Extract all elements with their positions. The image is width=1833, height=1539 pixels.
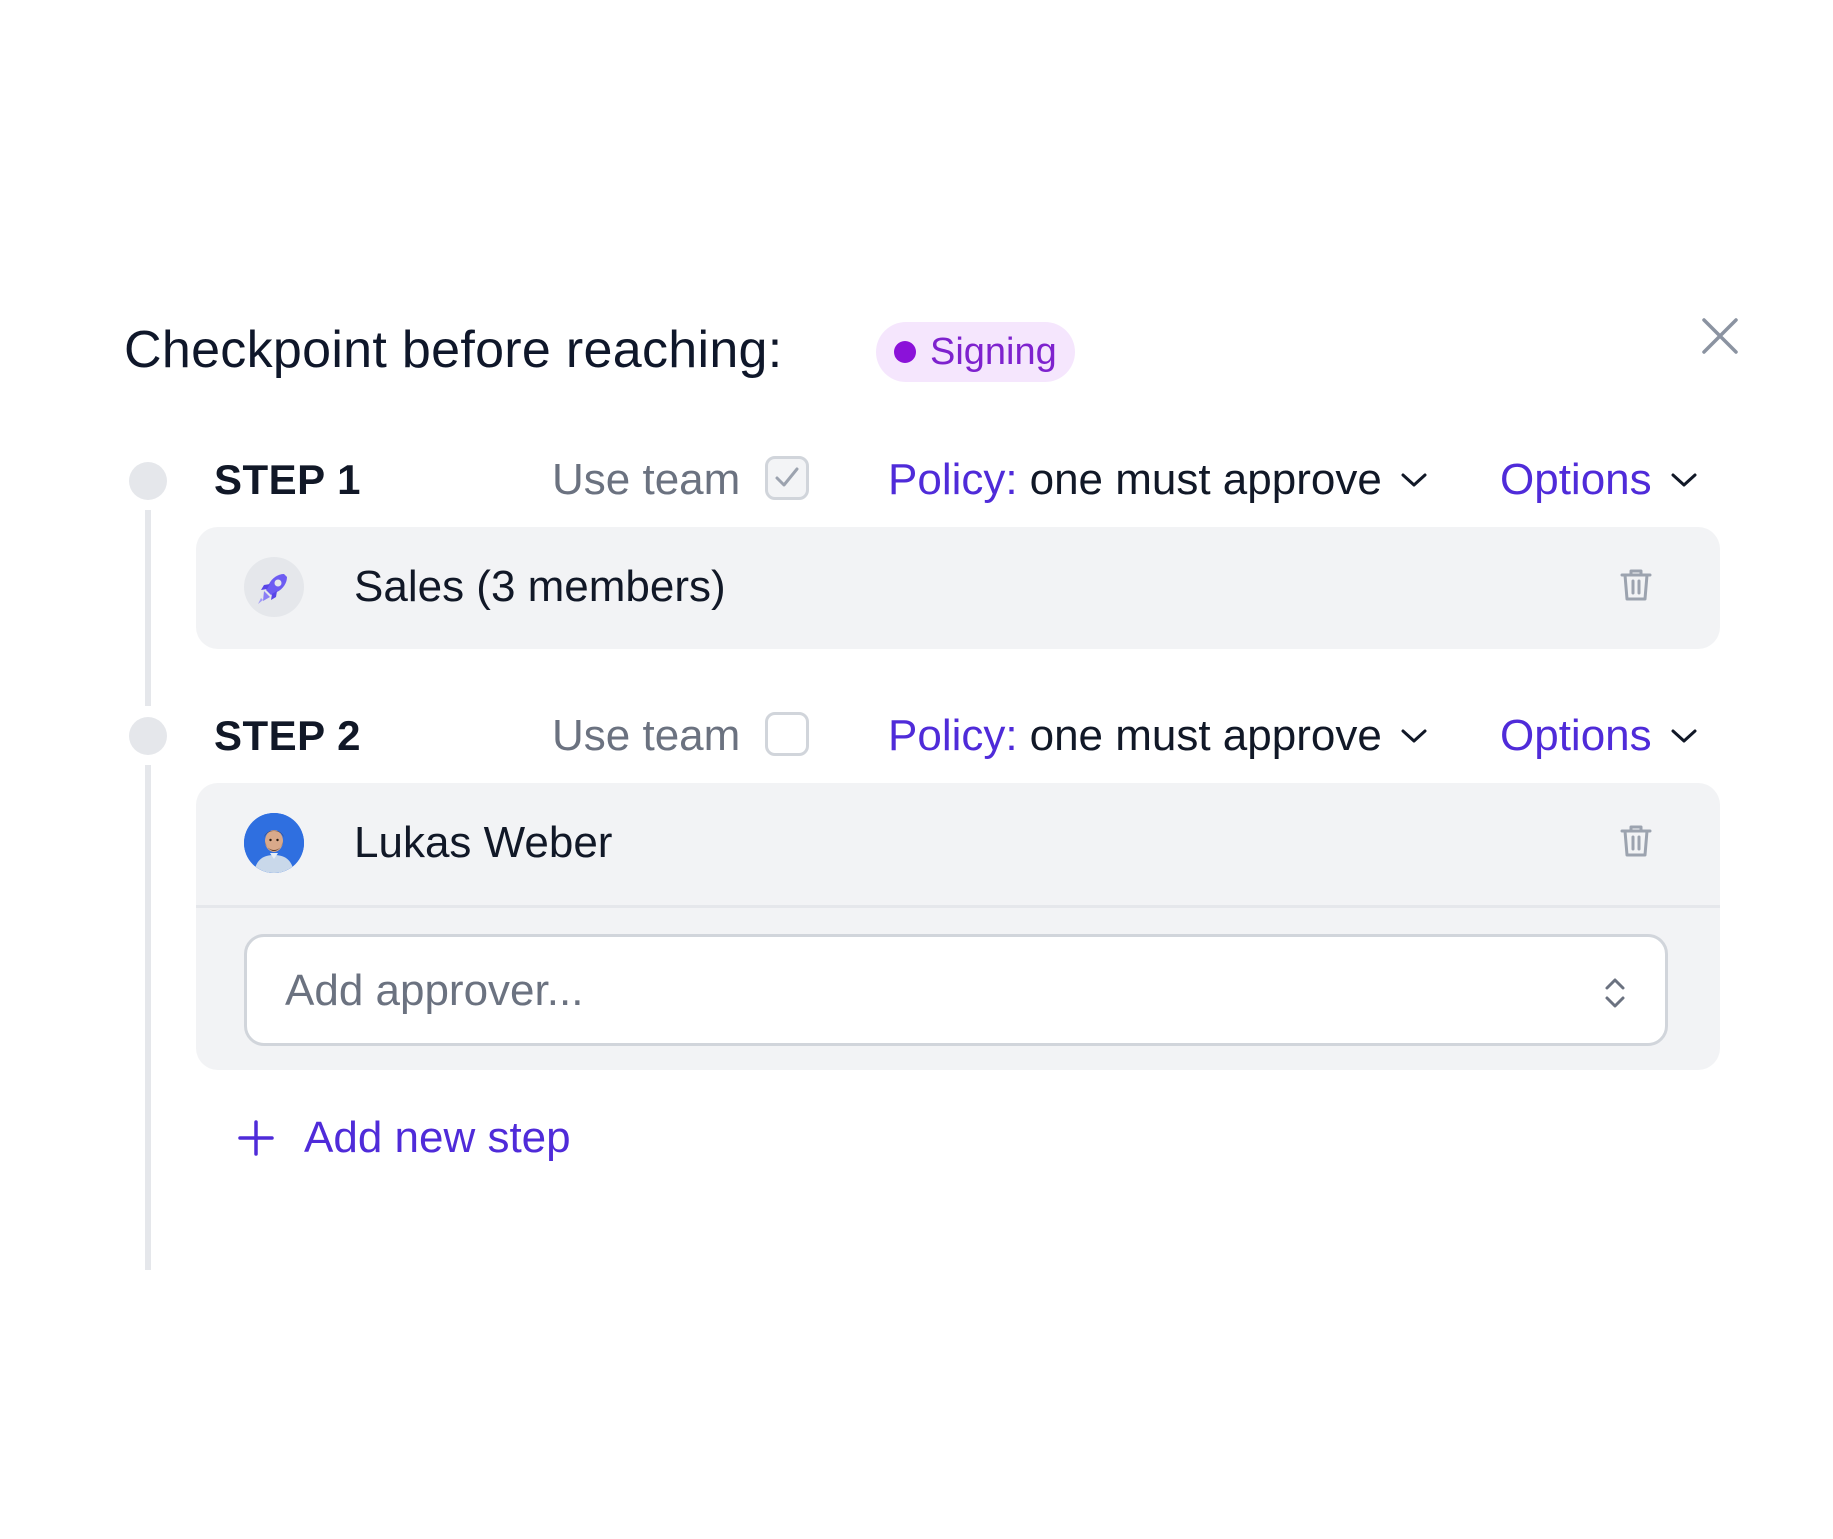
- step-2-use-team-checkbox[interactable]: [765, 712, 809, 756]
- chevron-down-icon: [1671, 473, 1697, 487]
- step-2-policy-value: one must approve: [1029, 711, 1382, 760]
- step-1-policy-label: Policy:: [888, 455, 1018, 504]
- add-new-step-button[interactable]: Add new step: [236, 1110, 571, 1166]
- close-button[interactable]: [1696, 312, 1744, 360]
- trash-icon: [1620, 825, 1652, 857]
- timeline-line-step-1: [145, 510, 151, 706]
- step-2-policy-dropdown[interactable]: Policy: one must approve: [888, 712, 1428, 760]
- stage-badge-label: Signing: [930, 331, 1057, 373]
- step-2-use-team-label: Use team: [552, 711, 741, 760]
- chevron-down-icon: [1671, 729, 1697, 743]
- trash-icon: [1620, 569, 1652, 601]
- card-divider: [196, 905, 1720, 908]
- check-icon: [775, 467, 799, 487]
- timeline-dot-step-2: [129, 717, 167, 755]
- close-icon: [1702, 318, 1738, 354]
- panel-title: Checkpoint before reaching:: [124, 321, 783, 379]
- stage-badge: Signing: [876, 322, 1075, 382]
- remove-approver-button[interactable]: [1616, 565, 1656, 605]
- chevron-down-icon: [1401, 729, 1427, 743]
- step-1-options-label: Options: [1500, 455, 1652, 504]
- rocket-icon: [258, 574, 287, 604]
- approver-name: Sales (3 members): [354, 562, 726, 611]
- plus-icon: [238, 1120, 274, 1156]
- approver-name: Lukas Weber: [354, 818, 613, 867]
- step-2-label: STEP 2: [214, 712, 361, 759]
- step-1-options-dropdown[interactable]: Options: [1500, 456, 1698, 504]
- step-2-options-label: Options: [1500, 711, 1652, 760]
- add-approver-select[interactable]: Add approver...: [244, 934, 1668, 1046]
- chevron-down-icon: [1401, 473, 1427, 487]
- timeline-dot-step-1: [129, 462, 167, 500]
- team-avatar: [244, 557, 304, 617]
- user-photo-icon: [244, 813, 304, 873]
- status-dot-icon: [894, 341, 916, 363]
- step-1-policy-dropdown[interactable]: Policy: one must approve: [888, 456, 1428, 504]
- add-new-step-label: Add new step: [304, 1113, 571, 1162]
- approval-checkpoint-panel: Checkpoint before reaching: Signing STEP…: [0, 0, 1833, 1539]
- step-1-label: STEP 1: [214, 456, 361, 503]
- approver-row: Sales (3 members): [196, 527, 1720, 647]
- timeline-line-step-2: [145, 765, 151, 1270]
- step-1-use-team-label: Use team: [552, 455, 741, 504]
- step-1-policy-value: one must approve: [1029, 455, 1382, 504]
- step-1-approvers-card: Sales (3 members): [196, 527, 1720, 649]
- add-approver-placeholder: Add approver...: [285, 966, 584, 1015]
- chevron-up-down-icon: [1605, 978, 1625, 1008]
- step-2-approvers-card: Lukas Weber Add approver...: [196, 783, 1720, 1070]
- approver-row: Lukas Weber: [196, 783, 1720, 903]
- step-1-use-team-checkbox[interactable]: [765, 456, 809, 500]
- avatar: [244, 813, 304, 873]
- step-2-options-dropdown[interactable]: Options: [1500, 712, 1698, 760]
- step-2-policy-label: Policy:: [888, 711, 1018, 760]
- remove-approver-button[interactable]: [1616, 821, 1656, 861]
